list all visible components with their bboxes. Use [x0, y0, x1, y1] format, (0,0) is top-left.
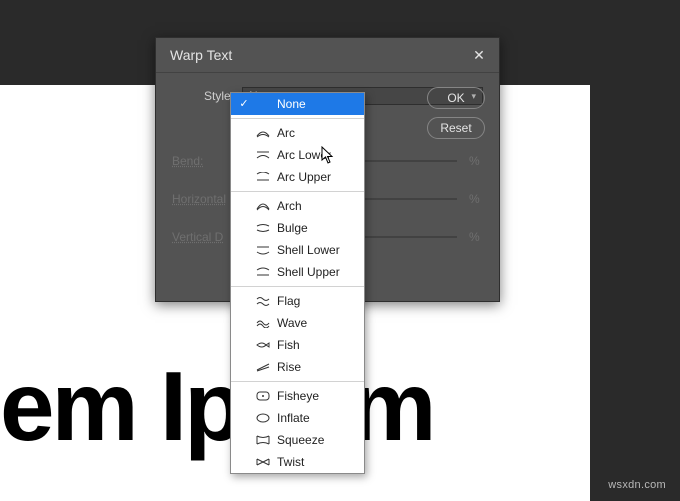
- dialog-titlebar[interactable]: Warp Text ✕: [156, 38, 499, 73]
- watermark: wsxdn.com: [608, 479, 666, 491]
- dropdown-item-label: Bulge: [277, 220, 308, 236]
- bulge-icon: [256, 222, 270, 234]
- shell-lower-icon: [256, 244, 270, 256]
- dropdown-item-label: Shell Lower: [277, 242, 340, 258]
- dropdown-item-arc[interactable]: Arc: [231, 122, 364, 144]
- flag-icon: [256, 295, 270, 307]
- dropdown-item-inflate[interactable]: Inflate: [231, 407, 364, 429]
- dropdown-item-bulge[interactable]: Bulge: [231, 217, 364, 239]
- dropdown-item-label: Shell Upper: [277, 264, 340, 280]
- arc-icon: [256, 127, 270, 139]
- dropdown-item-none[interactable]: ✓ None: [231, 93, 364, 115]
- arc-upper-icon: [256, 171, 270, 183]
- vdist-pct: %: [469, 230, 483, 244]
- reset-button[interactable]: Reset: [427, 117, 485, 139]
- dropdown-separator: [231, 381, 364, 382]
- dropdown-item-fisheye[interactable]: Fisheye: [231, 385, 364, 407]
- dropdown-item-label: Inflate: [277, 410, 310, 426]
- hdist-pct: %: [469, 192, 483, 206]
- dropdown-item-label: Rise: [277, 359, 301, 375]
- dropdown-item-squeeze[interactable]: Squeeze: [231, 429, 364, 451]
- rise-icon: [256, 361, 270, 373]
- fisheye-icon: [256, 390, 270, 402]
- dropdown-item-fish[interactable]: Fish: [231, 334, 364, 356]
- dropdown-item-wave[interactable]: Wave: [231, 312, 364, 334]
- dropdown-separator: [231, 286, 364, 287]
- dropdown-separator: [231, 118, 364, 119]
- shell-upper-icon: [256, 266, 270, 278]
- dropdown-item-label: Arch: [277, 198, 302, 214]
- dropdown-item-rise[interactable]: Rise: [231, 356, 364, 378]
- fish-icon: [256, 339, 270, 351]
- dropdown-item-label: Arc: [277, 125, 295, 141]
- twist-icon: [256, 456, 270, 468]
- dropdown-item-label: Wave: [277, 315, 307, 331]
- close-icon[interactable]: ✕: [471, 47, 487, 63]
- dropdown-item-arc-upper[interactable]: Arc Upper: [231, 166, 364, 188]
- dropdown-item-arc-lower[interactable]: Arc Lower: [231, 144, 364, 166]
- arch-icon: [256, 200, 270, 212]
- dialog-title: Warp Text: [170, 47, 232, 63]
- dropdown-item-label: Arc Upper: [277, 169, 331, 185]
- dropdown-item-shell-lower[interactable]: Shell Lower: [231, 239, 364, 261]
- dropdown-item-label: Fisheye: [277, 388, 319, 404]
- dropdown-item-label: Fish: [277, 337, 300, 353]
- style-dropdown[interactable]: ✓ None Arc Arc Lower Arc Upper Arch Bulge Shell…: [230, 92, 365, 474]
- dropdown-item-label: Twist: [277, 454, 304, 470]
- dropdown-item-shell-upper[interactable]: Shell Upper: [231, 261, 364, 283]
- dropdown-item-flag[interactable]: Flag: [231, 290, 364, 312]
- arc-lower-icon: [256, 149, 270, 161]
- dropdown-item-label: Arc Lower: [277, 147, 331, 163]
- sample-text: em Ipsum: [0, 350, 433, 463]
- dropdown-item-label: Squeeze: [277, 432, 324, 448]
- bend-pct: %: [469, 154, 483, 168]
- ok-button[interactable]: OK: [427, 87, 485, 109]
- dropdown-item-twist[interactable]: Twist: [231, 451, 364, 473]
- squeeze-icon: [256, 434, 270, 446]
- dropdown-item-arch[interactable]: Arch: [231, 195, 364, 217]
- dropdown-item-label: None: [277, 96, 306, 112]
- wave-icon: [256, 317, 270, 329]
- check-icon: ✓: [239, 96, 249, 112]
- dropdown-separator: [231, 191, 364, 192]
- inflate-icon: [256, 412, 270, 424]
- dropdown-item-label: Flag: [277, 293, 300, 309]
